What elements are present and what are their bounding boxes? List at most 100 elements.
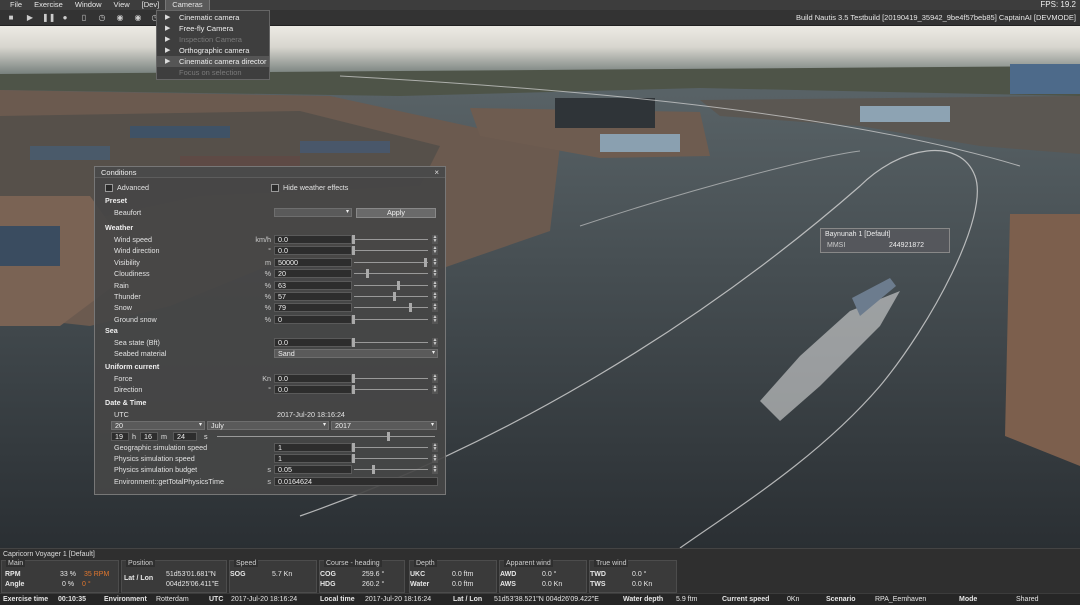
rain-spinner[interactable]: ▲ ▼ [432, 280, 438, 290]
ground-snow-label: Ground snow [114, 314, 157, 324]
cloudiness-slider[interactable] [352, 269, 430, 279]
pause-icon[interactable]: ❚❚ [42, 13, 55, 23]
phys-speed-spinner[interactable]: ▲ ▼ [432, 454, 438, 463]
menu-item-camera-director[interactable]: ▶ Cinematic camera director [157, 56, 269, 67]
stop-icon[interactable]: ■ [6, 13, 16, 23]
vessel-name: Capricorn Voyager 1 [Default] [3, 551, 95, 558]
local-time-label: Local time [320, 596, 355, 603]
exercise-time-label: Exercise time [3, 596, 49, 603]
sea-state-spinner[interactable]: ▲ ▼ [432, 338, 438, 347]
snow-label: Snow [114, 303, 132, 313]
hour-field[interactable]: 19 [111, 432, 129, 441]
budget-spinner[interactable]: ▲ ▼ [432, 465, 438, 474]
budget-slider[interactable] [352, 465, 430, 474]
aws-label: AWS [500, 581, 516, 588]
time-slider[interactable] [215, 432, 437, 441]
camera-icon: ▶ [165, 14, 171, 21]
hide-weather-checkbox[interactable] [271, 184, 279, 192]
speed-title: Speed [234, 560, 259, 567]
thunder-field[interactable]: 57 [274, 292, 352, 301]
wind-speed-spinner[interactable]: ▲ ▼ [432, 235, 438, 244]
wind-direction-slider[interactable] [352, 246, 430, 256]
budget-field[interactable]: 0.05 [274, 465, 352, 474]
menu-item-free-fly-camera[interactable]: ▶ Free-fly Camera [157, 23, 269, 34]
minute-field[interactable]: 16 [140, 432, 158, 441]
snow-field[interactable]: 79 [274, 303, 352, 313]
wind-speed-label: Wind speed [114, 235, 152, 244]
person-icon[interactable]: ● [60, 13, 70, 23]
menu-item-cinematic-camera[interactable]: ▶ Cinematic camera [157, 12, 269, 23]
beaufort-select[interactable]: ▾ [274, 208, 352, 217]
cloudiness-spinner[interactable]: ▲ ▼ [432, 269, 438, 279]
ground-snow-spinner[interactable]: ▲ ▼ [432, 314, 438, 324]
hide-weather-label: Hide weather effects [283, 183, 349, 192]
ground-snow-field[interactable]: 0 [274, 314, 352, 324]
phys-speed-field[interactable]: 1 [274, 454, 352, 463]
year-select[interactable]: 2017 ▾ [331, 421, 437, 430]
section-preset: Preset [105, 196, 127, 205]
globe-alt-icon[interactable]: ◉ [133, 13, 143, 23]
globe-icon[interactable]: ◉ [115, 13, 125, 23]
budget-unit: s [267, 465, 271, 474]
thunder-slider[interactable] [352, 292, 430, 301]
rain-slider[interactable] [352, 280, 430, 290]
bottom-latlon-label: Lat / Lon [453, 596, 483, 603]
weather-row-cloudiness: Cloudiness% 20 ▲ ▼ [95, 269, 447, 279]
direction-spinner[interactable]: ▲ ▼ [432, 385, 438, 394]
geo-speed-slider[interactable] [352, 443, 430, 452]
ground-snow-slider[interactable] [352, 314, 430, 324]
second-field[interactable]: 24 [173, 432, 197, 441]
snow-spinner[interactable]: ▲ ▼ [432, 303, 438, 313]
sog-label: SOG [230, 571, 246, 578]
month-select[interactable]: July ▾ [207, 421, 329, 430]
menu-item-orthographic-camera[interactable]: ▶ Orthographic camera [157, 45, 269, 56]
play-icon[interactable]: ▶ [25, 13, 35, 23]
phys-speed-slider[interactable] [352, 454, 430, 463]
day-select[interactable]: 20 ▾ [111, 421, 205, 430]
cog-label: COG [320, 571, 336, 578]
wind-speed-slider[interactable] [352, 235, 430, 244]
apply-button[interactable]: Apply [356, 208, 436, 218]
budget-label: Physics simulation budget [114, 465, 198, 474]
direction-field[interactable]: 0.0 [274, 385, 352, 394]
info-line: Exercise time 00:10:35 Environment Rotte… [0, 593, 1080, 605]
wind-speed-field[interactable]: 0.0 [274, 235, 352, 244]
advanced-checkbox[interactable] [105, 184, 113, 192]
trash-icon[interactable]: ▯ [79, 13, 89, 23]
force-field[interactable]: 0.0 [274, 374, 352, 383]
utc-value: 2017-Jul-20 18:16:24 [277, 410, 345, 419]
menu-exercise[interactable]: Exercise [28, 0, 69, 10]
panel-title[interactable]: Conditions [95, 167, 445, 178]
menu-view[interactable]: View [108, 0, 136, 10]
menu-file[interactable]: File [4, 0, 28, 10]
sea-state-slider[interactable] [352, 338, 430, 347]
direction-slider[interactable] [352, 385, 430, 394]
menu-window[interactable]: Window [69, 0, 108, 10]
cloudiness-field[interactable]: 20 [274, 269, 352, 279]
utc-value: 2017-Jul-20 18:16:24 [231, 596, 298, 603]
apparent-wind-group: Apparent wind AWD 0.0 ° AWS 0.0 Kn [499, 560, 587, 593]
ship-label[interactable]: Baynunah 1 [Default] MMSI 244921872 [820, 228, 950, 253]
snow-slider[interactable] [352, 303, 430, 313]
seabed-select[interactable]: Sand ▾ [274, 349, 438, 358]
visibility-spinner[interactable]: ▲ ▼ [432, 257, 438, 267]
true-wind-group: True wind TWD 0.0 ° TWS 0.0 Kn [589, 560, 677, 593]
geo-speed-field[interactable]: 1 [274, 443, 352, 452]
visibility-field[interactable]: 50000 [274, 257, 352, 267]
wind-direction-spinner[interactable]: ▲ ▼ [432, 246, 438, 256]
rain-field[interactable]: 63 [274, 280, 352, 290]
physics-time-field[interactable]: 0.0164624 [274, 477, 438, 486]
close-icon[interactable]: × [434, 167, 439, 178]
geo-speed-spinner[interactable]: ▲ ▼ [432, 443, 438, 452]
rpm-alt: 35 RPM [84, 571, 110, 578]
force-slider[interactable] [352, 374, 430, 383]
wind-direction-field[interactable]: 0.0 [274, 246, 352, 256]
ukc-label: UKC [410, 571, 426, 578]
menu-dev[interactable]: [Dev] [136, 0, 166, 10]
sea-state-field[interactable]: 0.0 [274, 338, 352, 347]
chevron-down-icon: ▾ [322, 422, 326, 428]
visibility-slider[interactable] [352, 257, 430, 267]
clock-icon[interactable]: ◷ [97, 13, 107, 23]
thunder-spinner[interactable]: ▲ ▼ [432, 292, 438, 301]
force-spinner[interactable]: ▲ ▼ [432, 374, 438, 383]
